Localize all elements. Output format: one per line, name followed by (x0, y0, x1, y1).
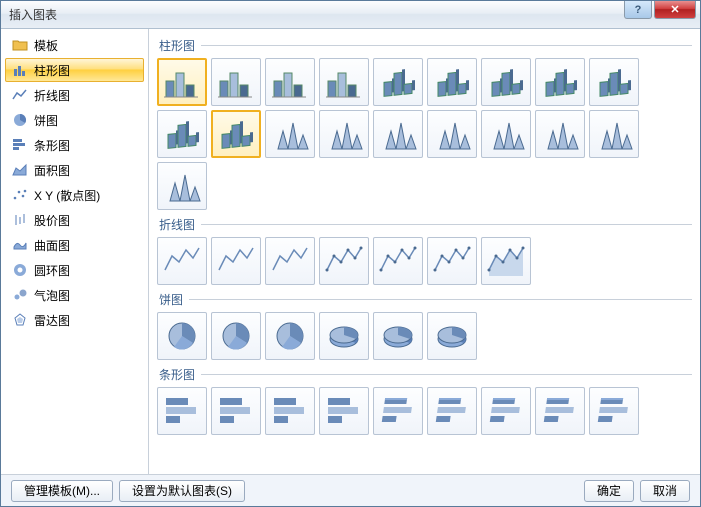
sidebar-item-column-chart[interactable]: 柱形图 (5, 58, 144, 82)
line-chart-icon (12, 87, 28, 103)
chart-tile[interactable] (265, 58, 315, 106)
category-sidebar: 模板柱形图折线图饼图条形图面积图 X Y (散点图) 股价图曲面图圆环图气泡图雷达图 (1, 29, 149, 474)
titlebar: 插入图表 ? ✕ (1, 1, 700, 29)
radar-chart-icon (12, 312, 28, 328)
chart-tile[interactable] (265, 237, 315, 285)
chart-tile[interactable] (157, 162, 207, 210)
sidebar-item-label: 模板 (34, 37, 58, 54)
scatter-chart-icon (12, 187, 28, 203)
pie-chart-icon (12, 112, 28, 128)
sidebar-item-line-chart[interactable]: 折线图 (5, 83, 144, 107)
surface-chart-icon (12, 237, 28, 253)
chart-tile[interactable] (427, 312, 477, 360)
chart-gallery: 柱形图 折线图 饼图 条形图 (149, 29, 700, 474)
chart-tile[interactable] (211, 58, 261, 106)
chart-tile[interactable] (481, 387, 531, 435)
chart-tile[interactable] (319, 387, 369, 435)
stock-chart-icon (12, 212, 28, 228)
chart-tile[interactable] (373, 110, 423, 158)
dialog-title: 插入图表 (9, 6, 57, 23)
sidebar-item-bubble-chart[interactable]: 气泡图 (5, 283, 144, 307)
sidebar-item-label: 股价图 (34, 212, 70, 229)
sidebar-item-label: 柱形图 (34, 62, 70, 79)
chart-tile[interactable] (427, 387, 477, 435)
chart-tile[interactable] (211, 312, 261, 360)
close-button[interactable]: ✕ (654, 1, 696, 19)
section-label-bar: 条形图 (159, 366, 692, 383)
chart-tile[interactable] (373, 312, 423, 360)
chart-tile[interactable] (157, 110, 207, 158)
sidebar-item-label: 条形图 (34, 137, 70, 154)
chart-tile[interactable] (211, 387, 261, 435)
grid-column (157, 58, 692, 210)
chart-tile[interactable] (319, 237, 369, 285)
chart-tile[interactable] (157, 387, 207, 435)
chart-tile[interactable] (589, 110, 639, 158)
dialog-footer: 管理模板(M)... 设置为默认图表(S) 确定 取消 (1, 474, 700, 506)
sidebar-item-surface-chart[interactable]: 曲面图 (5, 233, 144, 257)
chart-tile[interactable] (265, 312, 315, 360)
chart-tile[interactable] (211, 237, 261, 285)
grid-pie (157, 312, 692, 360)
sidebar-item-label: 雷达图 (34, 312, 70, 329)
chart-tile[interactable] (373, 58, 423, 106)
chart-tile[interactable] (535, 387, 585, 435)
sidebar-item-label: 面积图 (34, 162, 70, 179)
cancel-button[interactable]: 取消 (640, 480, 690, 502)
chart-tile[interactable] (481, 58, 531, 106)
sidebar-item-pie-chart[interactable]: 饼图 (5, 108, 144, 132)
section-label-column: 柱形图 (159, 37, 692, 54)
window-buttons: ? ✕ (624, 1, 696, 19)
ok-button[interactable]: 确定 (584, 480, 634, 502)
chart-tile[interactable] (157, 58, 207, 106)
sidebar-item-area-chart[interactable]: 面积图 (5, 158, 144, 182)
chart-tile[interactable] (373, 237, 423, 285)
chart-tile[interactable] (157, 237, 207, 285)
chart-tile[interactable] (319, 110, 369, 158)
doughnut-chart-icon (12, 262, 28, 278)
chart-tile[interactable] (373, 387, 423, 435)
sidebar-item-folder[interactable]: 模板 (5, 33, 144, 57)
grid-bar (157, 387, 692, 435)
folder-icon (12, 37, 28, 53)
chart-tile[interactable] (589, 387, 639, 435)
manage-templates-button[interactable]: 管理模板(M)... (11, 480, 113, 502)
section-label-line: 折线图 (159, 216, 692, 233)
section-label-pie: 饼图 (159, 291, 692, 308)
bubble-chart-icon (12, 287, 28, 303)
column-chart-icon (12, 62, 28, 78)
sidebar-item-stock-chart[interactable]: 股价图 (5, 208, 144, 232)
sidebar-item-scatter-chart[interactable]: X Y (散点图) (5, 183, 144, 207)
chart-tile[interactable] (211, 110, 261, 158)
chart-tile[interactable] (427, 110, 477, 158)
dialog-window: 插入图表 ? ✕ 模板柱形图折线图饼图条形图面积图X Y (散点图)股价图曲面图… (0, 0, 701, 507)
chart-tile[interactable] (481, 110, 531, 158)
sidebar-item-label: 曲面图 (34, 237, 70, 254)
set-default-button[interactable]: 设置为默认图表(S) (119, 480, 245, 502)
area-chart-icon (12, 162, 28, 178)
sidebar-item-label: 折线图 (34, 87, 70, 104)
sidebar-item-doughnut-chart[interactable]: 圆环图 (5, 258, 144, 282)
chart-tile[interactable] (265, 387, 315, 435)
dialog-body: 模板柱形图折线图饼图条形图面积图X Y (散点图)股价图曲面图圆环图气泡图雷达图… (1, 29, 700, 474)
grid-line (157, 237, 692, 285)
chart-tile[interactable] (535, 58, 585, 106)
chart-tile[interactable] (589, 58, 639, 106)
help-button[interactable]: ? (624, 1, 652, 19)
chart-tile[interactable] (265, 110, 315, 158)
bar-chart-icon (12, 137, 28, 153)
chart-tile[interactable] (481, 237, 531, 285)
chart-tile[interactable] (535, 110, 585, 158)
chart-tile[interactable] (427, 58, 477, 106)
sidebar-item-label: X Y (散点图) (34, 187, 100, 204)
sidebar-item-label: 饼图 (34, 112, 58, 129)
sidebar-item-label: 气泡图 (34, 287, 70, 304)
chart-tile[interactable] (427, 237, 477, 285)
sidebar-item-bar-chart[interactable]: 条形图 (5, 133, 144, 157)
chart-tile[interactable] (157, 312, 207, 360)
chart-tile[interactable] (319, 312, 369, 360)
sidebar-item-radar-chart[interactable]: 雷达图 (5, 308, 144, 332)
chart-tile[interactable] (319, 58, 369, 106)
sidebar-item-label: 圆环图 (34, 262, 70, 279)
